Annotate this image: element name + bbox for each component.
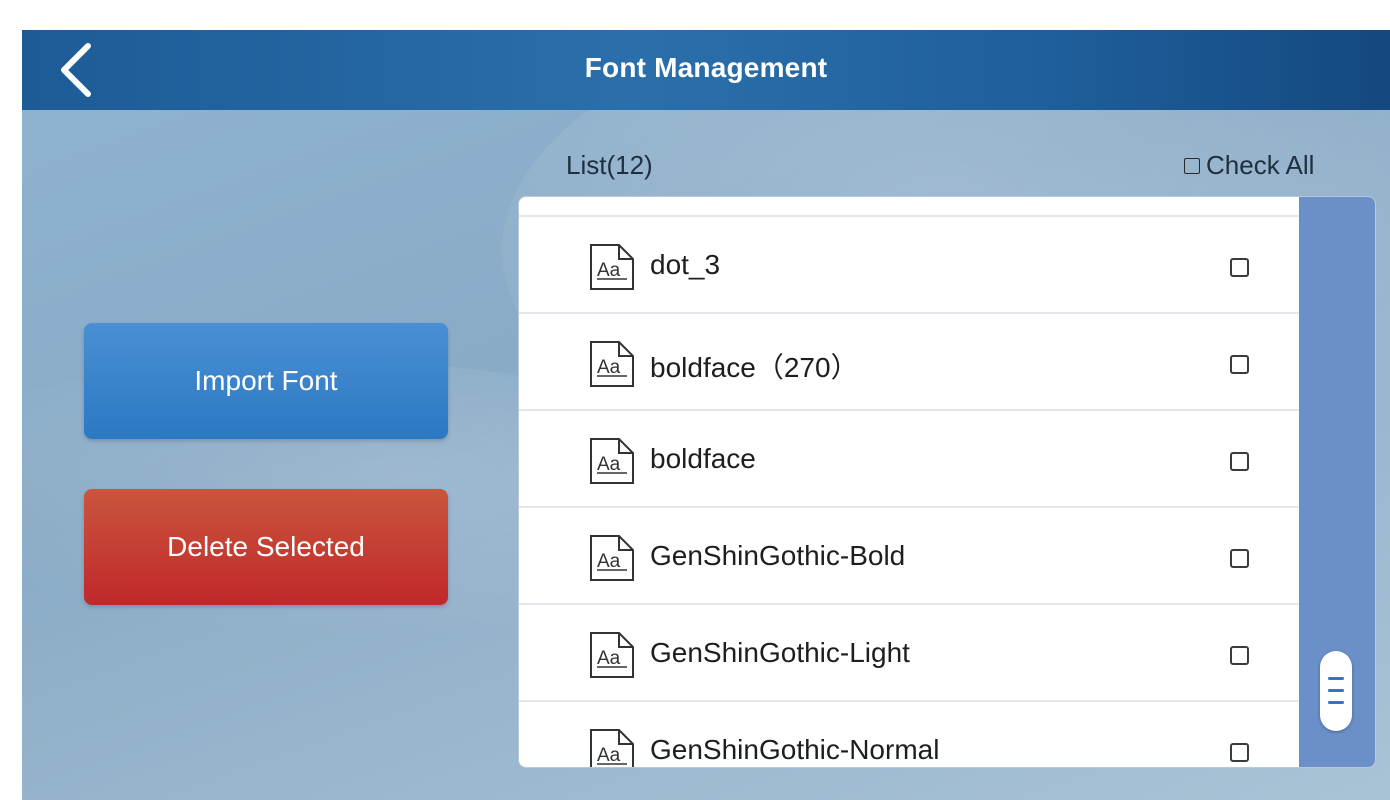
font-name: GenShinGothic-Bold (650, 540, 906, 571)
font-select-checkbox[interactable] (1230, 452, 1249, 471)
font-select-checkbox[interactable] (1230, 355, 1249, 374)
font-icon-glyph: Aa (597, 260, 621, 281)
font-list-item[interactable]: Aa dot_3 (519, 215, 1301, 312)
font-icon-glyph: Aa (597, 551, 621, 572)
font-name: boldface (650, 443, 756, 474)
grip-line (1328, 677, 1344, 680)
scrollbar-track[interactable] (1299, 197, 1375, 767)
font-icon-glyph: Aa (597, 357, 621, 378)
check-all-toggle[interactable]: Check All (1184, 150, 1314, 181)
font-select-checkbox[interactable] (1230, 549, 1249, 568)
font-list[interactable]: Aa dot_3 Aa boldface（270） Aa boldface Aa GenShi… (518, 196, 1376, 768)
font-list-item[interactable]: Aa GenShinGothic-Bold (519, 506, 1301, 603)
font-list-item[interactable]: Aa GenShinGothic-Light (519, 603, 1301, 700)
grip-line (1328, 689, 1344, 692)
font-list-item[interactable]: Aa GenShinGothic-Normal (519, 700, 1301, 767)
font-list-item[interactable]: Aa boldface (519, 409, 1301, 506)
font-name: boldface（270） (650, 352, 859, 383)
font-name: dot_3 (650, 249, 721, 280)
font-file-icon: Aa (589, 243, 635, 291)
list-count-label: List(12) (566, 150, 653, 180)
font-select-checkbox[interactable] (1230, 646, 1249, 665)
font-select-checkbox[interactable] (1230, 743, 1249, 762)
font-management-screen: Font Management Import Font Delete Selec… (22, 30, 1390, 800)
font-list-rows: Aa dot_3 Aa boldface（270） Aa boldface Aa GenShi… (519, 215, 1301, 767)
font-icon-glyph: Aa (597, 745, 621, 766)
import-font-button[interactable]: Import Font (84, 323, 448, 439)
font-icon-glyph: Aa (597, 648, 621, 669)
font-list-item[interactable]: Aa boldface（270） (519, 312, 1301, 409)
scrollbar-thumb[interactable] (1320, 651, 1352, 731)
font-name: GenShinGothic-Normal (650, 734, 940, 765)
font-file-icon: Aa (589, 437, 635, 485)
font-icon-glyph: Aa (597, 454, 621, 475)
font-file-icon: Aa (589, 340, 635, 388)
font-file-icon: Aa (589, 728, 635, 767)
header-bar: Font Management (22, 30, 1390, 110)
font-name: GenShinGothic-Light (650, 637, 910, 668)
check-all-label: Check All (1206, 150, 1315, 180)
font-file-icon: Aa (589, 631, 635, 679)
page-title: Font Management (584, 52, 828, 83)
check-all-checkbox[interactable] (1184, 157, 1200, 174)
font-file-icon: Aa (589, 534, 635, 582)
grip-line (1328, 701, 1344, 704)
font-select-checkbox[interactable] (1230, 258, 1249, 277)
delete-selected-button[interactable]: Delete Selected (84, 489, 448, 605)
